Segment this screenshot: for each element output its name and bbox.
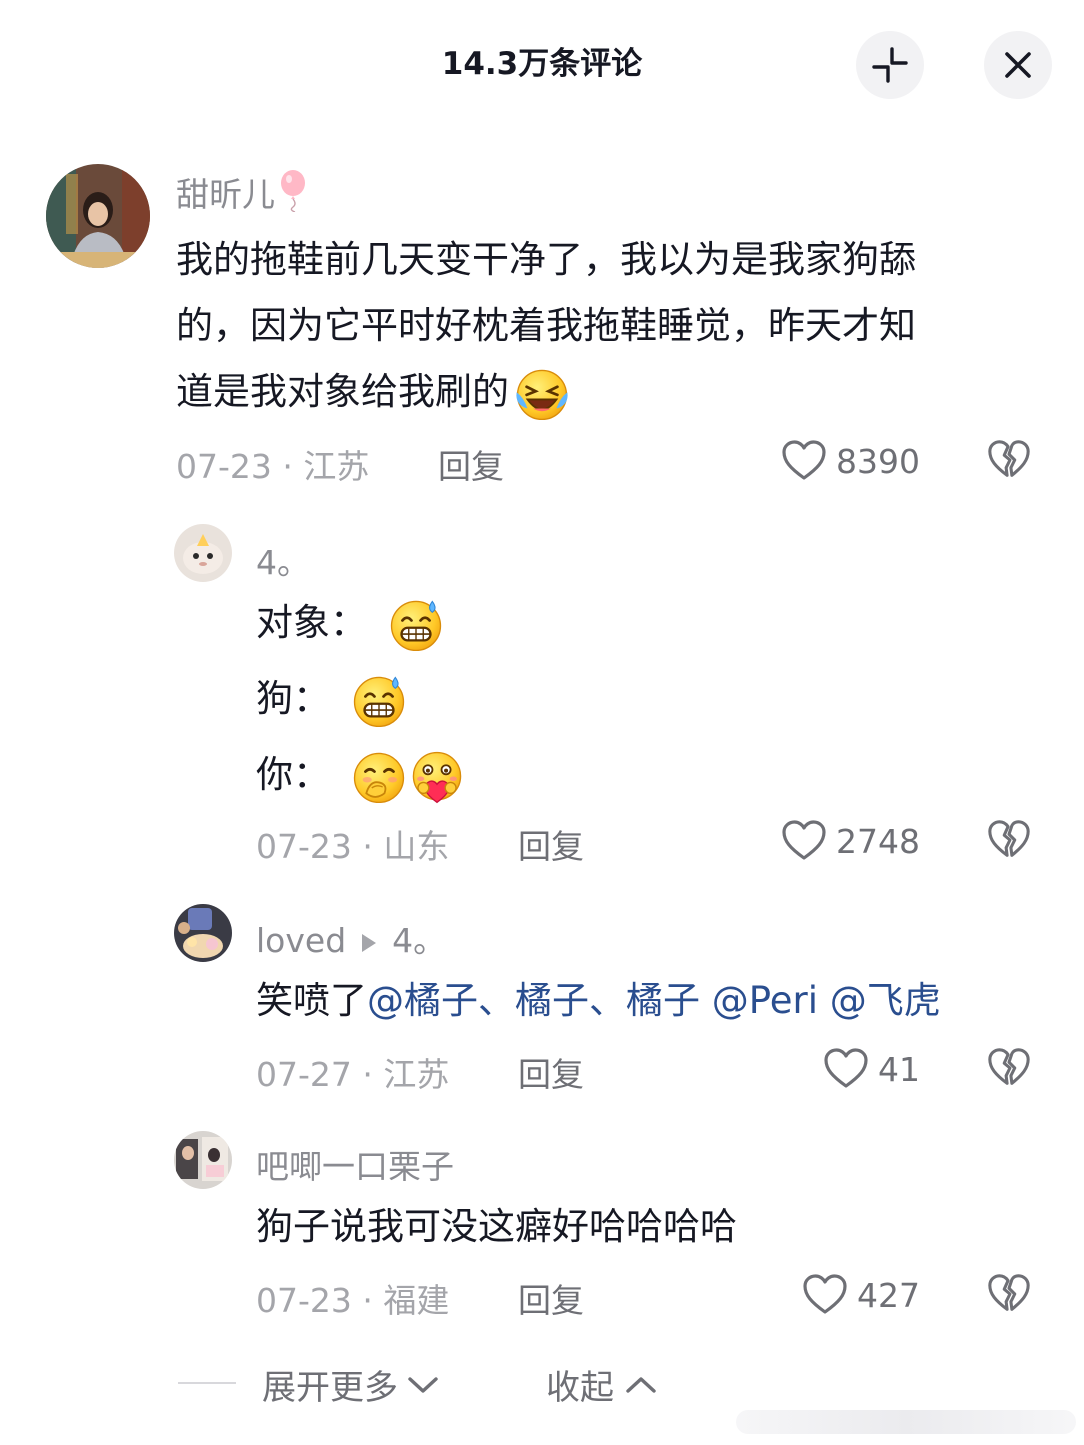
collapse-label: 收起 <box>546 1368 614 1408</box>
username[interactable]: loved 4。 <box>256 914 446 962</box>
username[interactable]: 吧唧一口栗子 <box>256 1140 454 1188</box>
like-count: 2748 <box>836 821 920 861</box>
comment-text-line: 我的拖鞋前几天变干净了，我以为是我家狗舔 <box>176 238 916 281</box>
grinning-sweat-emoji <box>387 596 445 654</box>
comment-text: 对象： 狗： 你： <box>256 590 466 818</box>
comment-text: 我的拖鞋前几天变干净了，我以为是我家狗舔 的，因为它平时好枕着我拖鞋睡觉，昨天才… <box>176 227 916 425</box>
comments-header: 14.3万条评论 <box>0 0 1084 120</box>
comment-text-line: 的，因为它平时好枕着我拖鞋睡觉，昨天才知 <box>176 304 916 347</box>
expand-more-button[interactable]: 展开更多 <box>262 1360 440 1409</box>
like-count: 8390 <box>836 441 920 481</box>
comment-meta: 07-23 · 山东 <box>256 827 450 866</box>
chevron-down-icon <box>408 1376 438 1393</box>
comment-text-span: 道是我对象给我刷的 <box>176 370 509 413</box>
avatar[interactable] <box>174 1131 232 1189</box>
reply-to-username[interactable]: 4。 <box>392 921 446 960</box>
watermark <box>736 1410 1076 1434</box>
comment-text-line: 狗子说我可没这癖好哈哈哈哈 <box>256 1205 737 1248</box>
divider <box>178 1382 236 1384</box>
like-button[interactable]: 2748 <box>740 816 920 866</box>
collapse-replies-button[interactable]: 收起 <box>546 1360 658 1409</box>
avatar[interactable] <box>174 904 232 962</box>
collapse-button[interactable] <box>856 31 924 99</box>
heart-icon <box>780 437 828 485</box>
hugging-heart-emoji <box>408 748 466 806</box>
like-count: 41 <box>878 1049 920 1089</box>
broken-heart-icon[interactable] <box>986 1045 1032 1091</box>
heart-icon <box>780 817 828 865</box>
like-button[interactable]: 41 <box>740 1044 920 1094</box>
reply-button[interactable]: 回复 <box>518 1048 584 1096</box>
reply-button[interactable]: 回复 <box>518 1274 584 1322</box>
close-icon <box>1005 52 1031 78</box>
comment-text-span: 你： <box>256 753 330 796</box>
broken-heart-icon[interactable] <box>986 1271 1032 1317</box>
broken-heart-icon[interactable] <box>986 437 1032 483</box>
close-button[interactable] <box>984 31 1052 99</box>
grinning-sweat-emoji <box>350 672 408 730</box>
balloon-icon <box>281 170 305 213</box>
comment-text-line: 你： <box>256 742 466 818</box>
username-text[interactable]: 甜昕儿 <box>176 175 275 214</box>
comment-text: 狗子说我可没这癖好哈哈哈哈 <box>256 1194 737 1260</box>
broken-heart-icon[interactable] <box>986 817 1032 863</box>
comment-text: 笑喷了@橘子、橘子、橘子 @Peri @飞虎 <box>256 968 941 1034</box>
like-button[interactable]: 8390 <box>740 436 920 486</box>
chevron-up-icon <box>626 1376 656 1393</box>
laughing-crying-emoji <box>513 365 571 423</box>
username[interactable]: 4。 <box>256 536 310 584</box>
comment-text-span: 对象： <box>256 601 367 644</box>
comment-text-span: 狗： <box>256 677 330 720</box>
expand-more-label: 展开更多 <box>262 1368 398 1408</box>
comment-text-span: 笑喷了 <box>256 979 367 1022</box>
collapse-icon <box>872 47 908 83</box>
comment-meta: 07-23 · 福建 <box>256 1281 450 1320</box>
avatar[interactable] <box>174 524 232 582</box>
username-text[interactable]: loved <box>256 921 346 960</box>
comment-text-line: 狗： <box>256 666 466 742</box>
reply-button[interactable]: 回复 <box>518 820 584 868</box>
play-arrow-icon <box>362 933 377 952</box>
comment-text-line: 笑喷了@橘子、橘子、橘子 @Peri @飞虎 <box>256 968 941 1034</box>
comment-text-line: 对象： <box>256 590 466 666</box>
hand-over-mouth-emoji <box>350 748 408 806</box>
comment-meta: 07-27 · 江苏 <box>256 1055 450 1094</box>
heart-icon <box>801 1271 849 1319</box>
avatar[interactable] <box>46 164 150 268</box>
comment-meta: 07-23 · 江苏 <box>176 447 370 486</box>
like-button[interactable]: 427 <box>740 1270 920 1320</box>
mention-links[interactable]: @橘子、橘子、橘子 @Peri @飞虎 <box>367 979 941 1022</box>
reply-button[interactable]: 回复 <box>438 440 504 488</box>
heart-icon <box>822 1045 870 1093</box>
like-count: 427 <box>857 1275 920 1315</box>
username[interactable]: 甜昕儿 <box>176 168 311 216</box>
comment-text-line: 道是我对象给我刷的 <box>176 359 916 425</box>
